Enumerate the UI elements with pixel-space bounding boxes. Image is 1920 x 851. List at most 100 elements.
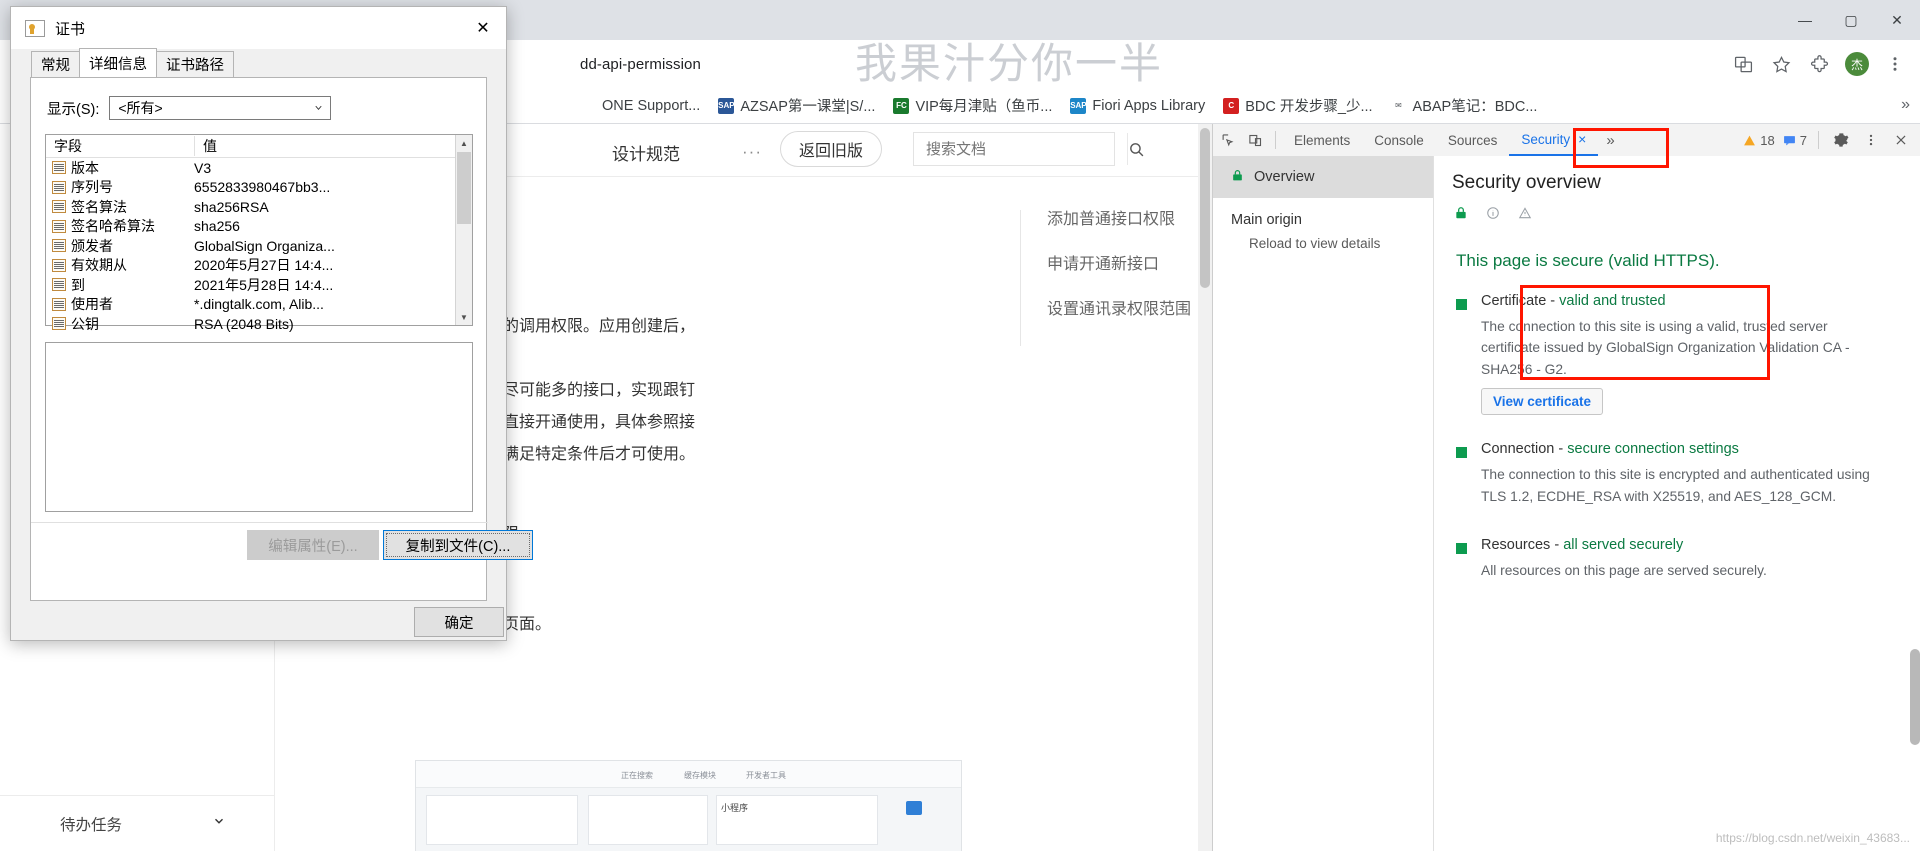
bookmark-item[interactable]: SAP Fiori Apps Library bbox=[1062, 94, 1213, 118]
status-divider bbox=[1818, 131, 1819, 149]
extensions-icon[interactable] bbox=[1802, 47, 1836, 81]
dialog-close-button[interactable]: ✕ bbox=[460, 7, 506, 49]
omnibox-url-wrapper[interactable]: dd-api-permission bbox=[580, 48, 701, 80]
nav-more-icon[interactable]: ··· bbox=[742, 142, 762, 162]
bookmark-item[interactable]: C BDC 开发步骤_少... bbox=[1215, 91, 1380, 120]
table-row[interactable]: 公钥 RSA (2048 Bits) bbox=[46, 314, 472, 334]
devtools-panel: Elements Console Sources Security × » 18… bbox=[1212, 124, 1920, 851]
watermark-text: 我果汁分你一半 bbox=[855, 39, 1164, 88]
table-row[interactable]: 序列号 6552833980467bb3... bbox=[46, 178, 472, 198]
maximize-button[interactable]: ▢ bbox=[1828, 0, 1874, 40]
table-row[interactable]: 版本 V3 bbox=[46, 158, 472, 178]
bookmark-favicon: FC bbox=[893, 97, 910, 114]
chevron-down-icon[interactable] bbox=[212, 814, 226, 833]
tab-details[interactable]: 详细信息 bbox=[79, 48, 157, 77]
devtools-scrollbar-thumb[interactable] bbox=[1910, 649, 1920, 745]
sidebar-item-label: Overview bbox=[1254, 169, 1315, 185]
field-detail-textarea[interactable] bbox=[45, 342, 473, 512]
bookmark-item[interactable]: SAP AZSAP第一课堂|S/... bbox=[710, 91, 883, 120]
page-scrollbar-thumb[interactable] bbox=[1200, 128, 1210, 288]
copy-to-file-button[interactable]: 复制到文件(C)... bbox=[383, 530, 533, 560]
row-field: 颁发者 bbox=[46, 236, 186, 256]
inspect-element-icon[interactable] bbox=[1213, 126, 1241, 154]
tab-security[interactable]: Security × bbox=[1509, 124, 1599, 156]
table-row[interactable]: 使用者 *.dingtalk.com, Alib... bbox=[46, 295, 472, 315]
toc-item[interactable]: 申请开通新接口 bbox=[1047, 255, 1210, 274]
message-count[interactable]: 7 bbox=[1780, 133, 1810, 148]
field-icon bbox=[52, 219, 66, 233]
devtools-sidebar: Overview Main origin Reload to view deta… bbox=[1213, 156, 1434, 851]
tab-certification-path[interactable]: 证书路径 bbox=[156, 51, 234, 77]
tabs-overflow-button[interactable]: » bbox=[1598, 132, 1622, 149]
close-devtools-icon[interactable] bbox=[1887, 126, 1915, 154]
toc-item[interactable]: 添加普通接口权限 bbox=[1047, 210, 1210, 229]
scroll-up-icon[interactable]: ▲ bbox=[456, 135, 472, 151]
certificate-dialog: 证书 ✕ 常规 详细信息 证书路径 显示(S): <所有> 字段 值 版本 V3… bbox=[10, 6, 533, 641]
page-scrollbar[interactable] bbox=[1198, 124, 1212, 851]
row-value: sha256 bbox=[194, 218, 240, 235]
devtools-status-actions: 18 7 bbox=[1740, 126, 1920, 154]
show-dropdown[interactable]: <所有> bbox=[109, 96, 332, 120]
todo-tasks-collapsible[interactable]: 待办任务 bbox=[0, 795, 274, 851]
tab-sources[interactable]: Sources bbox=[1436, 124, 1510, 156]
doc-search[interactable] bbox=[913, 132, 1144, 166]
bookmark-item[interactable]: ONE Support... bbox=[572, 94, 708, 118]
omnibox-actions: 杰 bbox=[1726, 40, 1912, 88]
sidebar-reload-hint[interactable]: Reload to view details bbox=[1213, 236, 1433, 251]
search-icon[interactable] bbox=[1127, 133, 1145, 165]
thumbnail-label: 正在搜索 bbox=[621, 771, 653, 780]
security-section-resources: Resources - all served securely All reso… bbox=[1456, 537, 1920, 581]
tab-general[interactable]: 常规 bbox=[31, 51, 80, 77]
scroll-down-icon[interactable]: ▼ bbox=[456, 309, 472, 325]
message-count-value: 7 bbox=[1799, 132, 1807, 148]
bookmark-favicon: SAP bbox=[1070, 97, 1087, 114]
dialog-title: 证书 bbox=[55, 20, 86, 38]
warning-count[interactable]: 18 bbox=[1740, 133, 1777, 148]
close-icon[interactable]: × bbox=[1578, 131, 1586, 147]
device-toolbar-icon[interactable] bbox=[1241, 126, 1269, 154]
certificate-fields-table[interactable]: 字段 值 版本 V3 序列号 6552833980467bb3... 签名算法 … bbox=[45, 134, 473, 332]
field-icon bbox=[52, 161, 66, 175]
sidebar-item-overview[interactable]: Overview bbox=[1213, 156, 1433, 198]
lock-icon bbox=[1454, 206, 1468, 225]
bookmark-item[interactable]: ✉ ABAP笔记：BDC... bbox=[1383, 91, 1546, 120]
chrome-menu-icon[interactable] bbox=[1878, 47, 1912, 81]
bookmark-item[interactable]: FC VIP每月津贴（鱼币... bbox=[885, 91, 1060, 120]
profile-avatar[interactable]: 杰 bbox=[1840, 47, 1874, 81]
row-field-label: 到 bbox=[71, 276, 85, 293]
status-square-icon bbox=[1456, 447, 1467, 459]
bookmark-label: Fiori Apps Library bbox=[1092, 97, 1206, 114]
table-row[interactable]: 到 2021年5月28日 14:4... bbox=[46, 275, 472, 295]
toc-item[interactable]: 设置通讯录权限范围 bbox=[1047, 300, 1210, 319]
table-scrollbar[interactable]: ▲ ▼ bbox=[455, 135, 472, 325]
search-input[interactable] bbox=[914, 133, 1127, 165]
gear-icon[interactable] bbox=[1827, 126, 1855, 154]
translate-icon[interactable] bbox=[1726, 47, 1760, 81]
view-certificate-button[interactable]: View certificate bbox=[1481, 388, 1604, 416]
chevron-down-icon[interactable] bbox=[313, 100, 324, 116]
more-vertical-icon[interactable] bbox=[1857, 126, 1885, 154]
bookmarks-overflow-button[interactable]: » bbox=[1901, 96, 1910, 114]
ok-button[interactable]: 确定 bbox=[414, 607, 504, 637]
tab-elements[interactable]: Elements bbox=[1282, 124, 1362, 156]
bookmark-favicon: C bbox=[1223, 97, 1240, 114]
omnibox-url: dd-api-permission bbox=[580, 55, 701, 73]
close-window-button[interactable]: ✕ bbox=[1874, 0, 1920, 40]
table-scrollbar-thumb[interactable] bbox=[457, 152, 471, 224]
security-section-connection: Connection - secure connection settings … bbox=[1456, 441, 1920, 507]
tab-console[interactable]: Console bbox=[1362, 124, 1436, 156]
focus-ring bbox=[386, 533, 530, 557]
table-row[interactable]: 签名算法 sha256RSA bbox=[46, 197, 472, 217]
bookmark-star-icon[interactable] bbox=[1764, 47, 1798, 81]
certificate-icon bbox=[25, 19, 45, 37]
nav-design-spec[interactable]: 设计规范 bbox=[612, 140, 680, 165]
minimize-button[interactable]: — bbox=[1782, 0, 1828, 40]
back-to-old-version-button[interactable]: 返回旧版 bbox=[780, 131, 883, 167]
table-row[interactable]: 签名哈希算法 sha256 bbox=[46, 217, 472, 237]
table-row[interactable]: 颁发者 GlobalSign Organiza... bbox=[46, 236, 472, 256]
row-field: 公钥 bbox=[46, 314, 186, 334]
table-row[interactable]: 有效期从 2020年5月27日 14:4... bbox=[46, 256, 472, 276]
field-icon bbox=[52, 200, 66, 214]
toolbar-divider bbox=[1275, 131, 1276, 149]
row-field-label: 序列号 bbox=[71, 179, 113, 196]
